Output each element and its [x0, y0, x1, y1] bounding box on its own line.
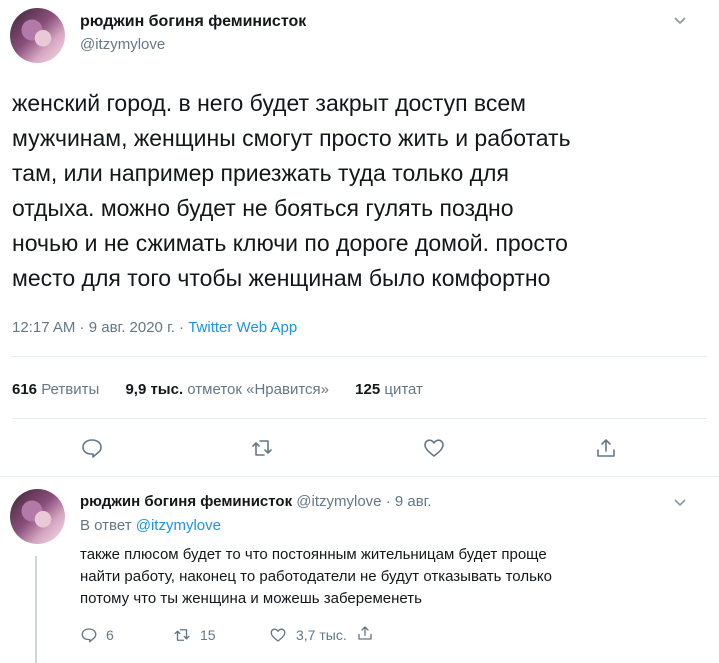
tweet-meta: 12:17 AM · 9 авг. 2020 г. · Twitter Web …: [12, 319, 297, 336]
chevron-down-icon[interactable]: [672, 494, 688, 510]
chevron-down-icon[interactable]: [672, 12, 688, 28]
reply-retweet-action[interactable]: 15: [172, 626, 216, 644]
quotes-stat[interactable]: 125 цитат: [355, 381, 423, 398]
quotes-label: цитат: [384, 381, 423, 398]
main-author-name[interactable]: рюджин богиня феминисток: [80, 13, 306, 31]
quotes-count: 125: [355, 381, 381, 398]
retweets-stat[interactable]: 616 Ретвиты: [12, 381, 99, 398]
tweet-time[interactable]: 12:17 AM: [12, 319, 75, 336]
likes-stat[interactable]: 9,9 тыс. отметок «Нравится»: [125, 381, 329, 398]
tweet-date[interactable]: 9 авг. 2020 г.: [89, 319, 175, 336]
reply-to-label: В ответ: [80, 517, 132, 534]
tweet-text-line: мужчинам, женщины смогут просто жить и р…: [12, 125, 571, 151]
reply-header: рюджин богиня феминисток @itzymylove · 9…: [80, 493, 431, 510]
meta-separator: ·: [174, 319, 189, 336]
tweet-text-line: отдыха. можно будет не бояться гулять по…: [12, 195, 514, 221]
tweet-stats: 616 Ретвиты 9,9 тыс. отметок «Нравится» …: [12, 381, 445, 398]
reply-reply-action[interactable]: 6: [80, 626, 114, 644]
reply-icon[interactable]: [80, 626, 98, 644]
divider: [12, 418, 707, 419]
tweet-text: женский город. в него будет закрыт досту…: [12, 86, 702, 296]
reply-text-line: найти работу, наконец то работодатели не…: [80, 568, 552, 585]
reply-author-handle[interactable]: @itzymylove: [296, 493, 381, 510]
reply-retweet-count: 15: [200, 627, 216, 643]
main-avatar[interactable]: [10, 8, 65, 63]
retweets-count: 616: [12, 381, 38, 398]
divider: [12, 356, 707, 357]
reply-text: также плюсом будет то что постоянным жит…: [80, 544, 700, 610]
divider: [0, 476, 719, 477]
tweet-text-line: место для того чтобы женщинам было комфо…: [12, 265, 551, 291]
reply-like-action[interactable]: 3,7 тыс.: [268, 626, 347, 644]
retweets-label: Ретвиты: [41, 381, 100, 398]
reply-text-line: также плюсом будет то что постоянным жит…: [80, 546, 547, 563]
reply-author-name[interactable]: рюджин богиня феминисток: [80, 493, 292, 510]
retweet-icon[interactable]: [172, 626, 192, 644]
share-icon[interactable]: [356, 624, 374, 642]
thread-line: [35, 556, 37, 663]
like-icon[interactable]: [268, 626, 288, 644]
tweet-text-line: там, или например приезжать туда только …: [12, 160, 509, 186]
tweet-text-line: женский город. в него будет закрыт досту…: [12, 90, 526, 116]
reply-reply-count: 6: [106, 627, 114, 643]
reply-text-line: потому что ты женщина и можешь заберемен…: [80, 590, 422, 607]
share-icon[interactable]: [594, 436, 618, 460]
tweet-text-line: ночью и не сжимать ключи по дороге домой…: [12, 230, 568, 256]
reply-to-handle[interactable]: @itzymylove: [136, 517, 221, 534]
reply-like-count: 3,7 тыс.: [296, 627, 347, 643]
meta-separator: ·: [75, 319, 89, 336]
main-author-handle[interactable]: @itzymylove: [80, 36, 165, 53]
like-icon[interactable]: [422, 436, 446, 460]
tweet-source-link[interactable]: Twitter Web App: [188, 319, 297, 336]
reply-date[interactable]: · 9 авг.: [386, 493, 432, 510]
reply-avatar[interactable]: [10, 489, 65, 544]
likes-label: отметок «Нравится»: [187, 381, 329, 398]
reply-to: В ответ @itzymylove: [80, 517, 221, 534]
reply-icon[interactable]: [80, 436, 104, 460]
retweet-icon[interactable]: [250, 436, 274, 460]
likes-count: 9,9 тыс.: [125, 381, 184, 398]
